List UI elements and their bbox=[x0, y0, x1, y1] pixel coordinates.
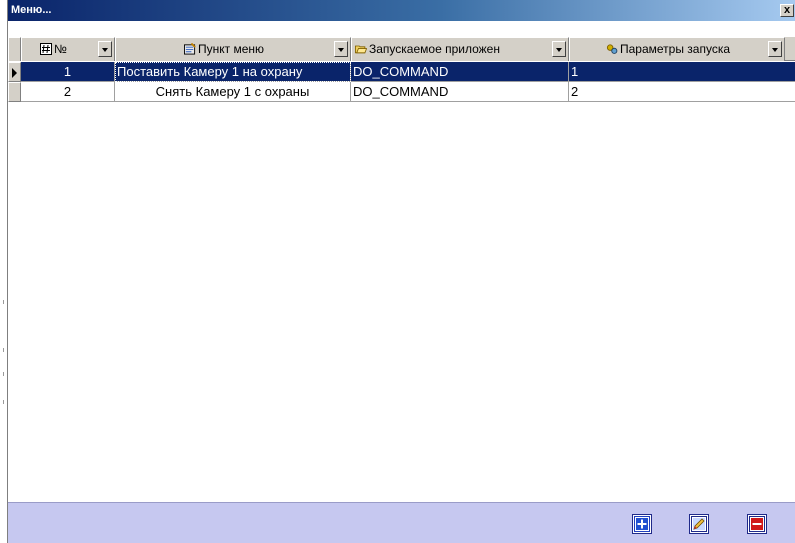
cell-number[interactable]: 2 bbox=[21, 82, 115, 102]
row-indicator[interactable] bbox=[8, 62, 21, 82]
title-bar[interactable]: Меню... x bbox=[8, 0, 795, 21]
menu-item-icon bbox=[183, 43, 196, 55]
menu-window: Меню... x № Пункт меню Запускаемое прило… bbox=[7, 0, 795, 543]
column-filter-dropdown[interactable] bbox=[768, 41, 782, 57]
edit-icon bbox=[691, 516, 707, 532]
cell-parameters[interactable]: 1 bbox=[569, 62, 795, 82]
cell-application[interactable]: DO_COMMAND bbox=[351, 82, 569, 102]
column-header-application[interactable]: Запускаемое приложен bbox=[351, 37, 569, 61]
column-filter-dropdown[interactable] bbox=[552, 41, 566, 57]
cell-menu-item[interactable]: Снять Камеру 1 с охраны bbox=[115, 82, 351, 102]
column-label-application: Запускаемое приложен bbox=[369, 42, 500, 56]
header-indicator-cell bbox=[8, 37, 21, 61]
column-header-parameters[interactable]: Параметры запуска bbox=[569, 37, 785, 61]
cell-parameters[interactable]: 2 bbox=[569, 82, 795, 102]
table-row[interactable]: 2 Снять Камеру 1 с охраны DO_COMMAND 2 bbox=[8, 82, 795, 102]
cell-application[interactable]: DO_COMMAND bbox=[351, 62, 569, 82]
parameters-icon bbox=[606, 44, 618, 54]
bottom-toolbar bbox=[8, 502, 795, 543]
table-row[interactable]: 1 Поставить Камеру 1 на охрану DO_COMMAN… bbox=[8, 62, 795, 82]
row-indicator[interactable] bbox=[8, 82, 21, 102]
grid-header: № Пункт меню Запускаемое приложен Параме… bbox=[8, 37, 795, 61]
add-icon bbox=[634, 516, 650, 532]
window-title: Меню... bbox=[11, 4, 52, 16]
column-label-menu-item: Пункт меню bbox=[197, 42, 265, 56]
current-row-arrow-icon bbox=[12, 68, 17, 78]
window-resize-edge bbox=[0, 0, 7, 543]
column-header-number[interactable]: № bbox=[21, 37, 115, 61]
close-button[interactable]: x bbox=[780, 4, 794, 17]
cell-number[interactable]: 1 bbox=[21, 62, 115, 82]
column-label-number: № bbox=[54, 42, 67, 56]
delete-icon bbox=[749, 516, 765, 532]
column-filter-dropdown[interactable] bbox=[334, 41, 348, 57]
column-label-parameters: Параметры запуска bbox=[619, 42, 731, 56]
cell-menu-item[interactable]: Поставить Камеру 1 на охрану bbox=[115, 62, 351, 82]
folder-open-icon bbox=[355, 45, 367, 54]
add-button[interactable] bbox=[632, 514, 652, 534]
edit-button[interactable] bbox=[689, 514, 709, 534]
column-header-menu-item[interactable]: Пункт меню bbox=[115, 37, 351, 61]
delete-button[interactable] bbox=[747, 514, 767, 534]
number-field-icon bbox=[40, 43, 52, 55]
column-filter-dropdown[interactable] bbox=[98, 41, 112, 57]
